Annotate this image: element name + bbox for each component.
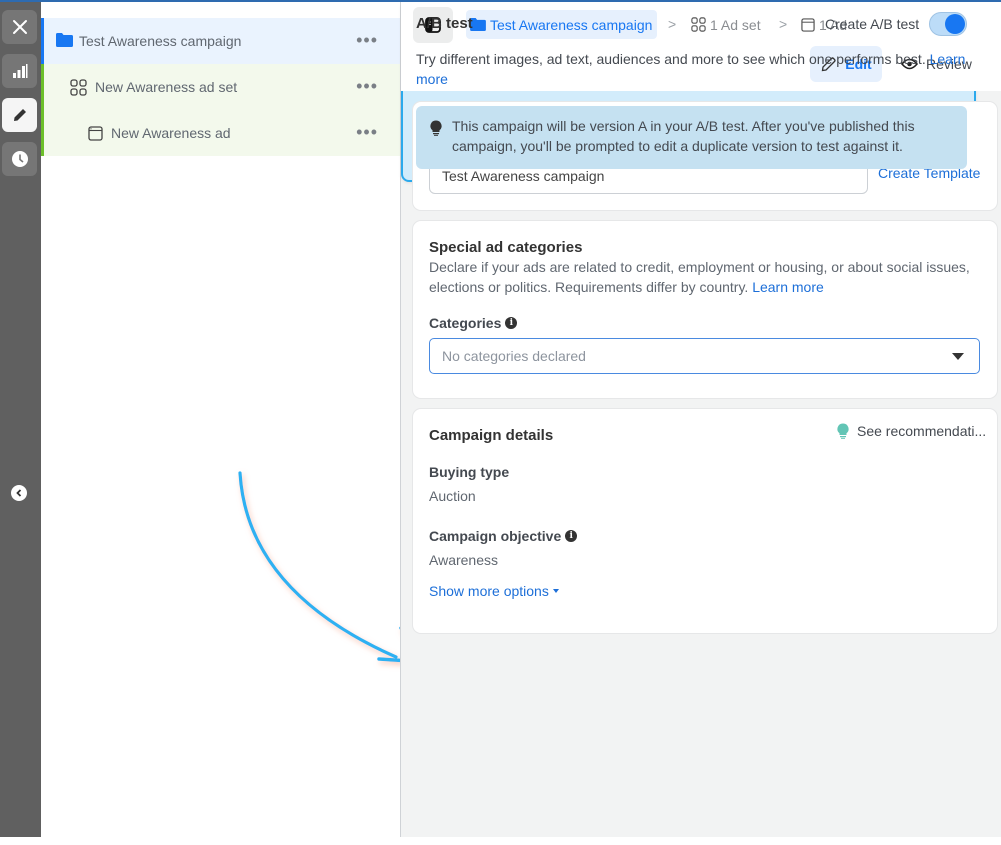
tree-item-label: New Awareness ad xyxy=(111,125,231,141)
ad-window-icon xyxy=(88,126,103,141)
info-icon[interactable]: i xyxy=(505,317,518,329)
label-text: Categories xyxy=(429,315,502,331)
toggle-knob xyxy=(945,14,965,34)
buying-type-value: Auction xyxy=(429,488,476,504)
tree-item-ad[interactable]: New Awareness ad ••• xyxy=(41,110,400,156)
buying-type-label: Buying type xyxy=(429,464,509,480)
recommendations-label: See recommendati... xyxy=(857,423,987,439)
more-options-icon[interactable]: ••• xyxy=(356,77,378,95)
more-options-icon[interactable]: ••• xyxy=(356,31,378,49)
categories-label: Categories i xyxy=(429,315,518,331)
special-ad-categories-description: Declare if your ads are related to credi… xyxy=(429,257,989,297)
note-text: This campaign will be version A in your … xyxy=(452,118,915,154)
label-text: Campaign objective xyxy=(429,528,562,544)
grid-icon xyxy=(691,17,706,32)
card-title: Special ad categories xyxy=(429,239,583,256)
clock-icon xyxy=(11,151,28,167)
description-text: Try different images, ad text, audiences… xyxy=(416,51,926,67)
window-top-border xyxy=(0,0,1001,2)
card-title: A/B test xyxy=(416,15,473,32)
bar-chart-icon xyxy=(12,64,27,78)
special-ad-categories-card: Special ad categories Declare if your ad… xyxy=(413,221,997,398)
ad-window-icon xyxy=(801,17,815,32)
edit-mode-button[interactable] xyxy=(2,98,37,132)
campaign-objective-value: Awareness xyxy=(429,552,499,568)
breadcrumb-campaign[interactable]: Test Awareness campaign xyxy=(466,10,658,39)
ab-test-description: Try different images, ad text, audiences… xyxy=(416,49,971,89)
grid-icon xyxy=(70,79,87,96)
info-icon[interactable]: i xyxy=(565,530,578,542)
create-ab-test-toggle[interactable] xyxy=(929,12,967,36)
create-ab-test-label: Create A/B test xyxy=(825,16,920,32)
collapse-panel-button[interactable] xyxy=(11,485,27,501)
editor-panel: Test Awareness campaign > 1 Ad set > 1 A… xyxy=(401,0,1001,837)
tree-item-label: New Awareness ad set xyxy=(95,79,238,95)
caret-down-icon xyxy=(952,353,964,360)
breadcrumb-adset[interactable]: 1 Ad set xyxy=(691,10,761,39)
more-options-icon[interactable]: ••• xyxy=(356,123,378,141)
select-placeholder: No categories declared xyxy=(442,348,586,364)
history-button[interactable] xyxy=(2,142,37,176)
reporting-button[interactable] xyxy=(2,54,37,88)
card-title: Campaign details xyxy=(429,427,554,444)
left-rail xyxy=(0,0,41,837)
lightbulb-icon xyxy=(430,120,442,136)
campaign-objective-label: Campaign objective i xyxy=(429,528,578,544)
description-text: Declare if your ads are related to credi… xyxy=(429,259,970,295)
close-button[interactable] xyxy=(2,10,37,44)
tree-item-adset[interactable]: New Awareness ad set ••• xyxy=(41,64,400,110)
pencil-icon xyxy=(13,109,26,121)
lightbulb-icon xyxy=(837,423,849,439)
campaign-tree-panel: Test Awareness campaign ••• New Awarenes… xyxy=(41,0,429,837)
folder-icon xyxy=(56,33,73,47)
breadcrumb-label: Test Awareness campaign xyxy=(490,16,653,33)
tree-item-campaign[interactable]: Test Awareness campaign ••• xyxy=(41,18,400,64)
breadcrumb-separator: > xyxy=(779,16,788,32)
label-text: Buying type xyxy=(429,464,510,480)
breadcrumb-separator: > xyxy=(668,16,677,32)
chevron-left-icon xyxy=(16,489,22,497)
categories-select[interactable]: No categories declared xyxy=(429,338,980,374)
show-more-label: Show more options xyxy=(429,583,549,599)
campaign-details-card: Campaign details See recommendati... Buy… xyxy=(413,409,997,633)
learn-more-link[interactable]: Learn more xyxy=(752,279,824,295)
ab-test-info-note: This campaign will be version A in your … xyxy=(416,106,967,169)
see-recommendations-link[interactable]: See recommendati... xyxy=(837,423,986,439)
caret-down-icon xyxy=(552,589,559,593)
tree-item-label: Test Awareness campaign xyxy=(79,33,242,49)
show-more-options-link[interactable]: Show more options xyxy=(429,583,559,599)
close-icon xyxy=(12,20,27,34)
breadcrumb-label: 1 Ad set xyxy=(710,16,761,33)
